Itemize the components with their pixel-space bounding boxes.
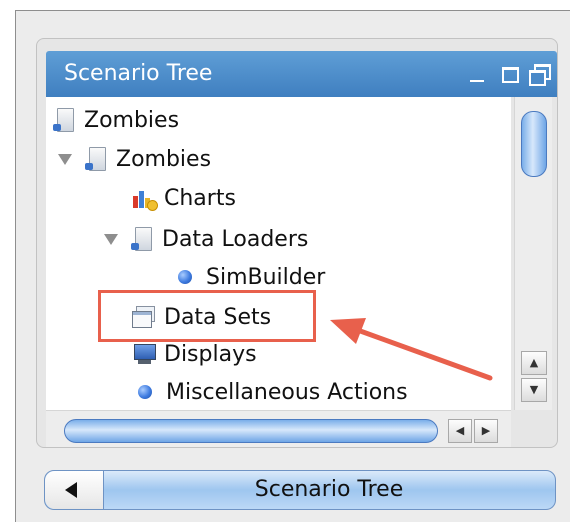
expand-triangle-icon[interactable] [58, 153, 72, 165]
horizontal-scrollbar[interactable]: ◀ ▶ [46, 410, 511, 447]
tree-node-label: SimBuilder [206, 264, 326, 290]
blue-dot-icon [138, 385, 152, 399]
highlight-box [98, 290, 316, 342]
scroll-down-icon[interactable]: ▼ [521, 378, 547, 402]
tree-node-label: Displays [164, 341, 257, 367]
tree-node-label: Zombies [84, 107, 180, 133]
tree-node-zombies[interactable]: Zombies [58, 141, 211, 177]
restore-icon[interactable] [528, 62, 551, 86]
document-icon [84, 146, 108, 172]
scenario-tree-tab-button[interactable]: Scenario Tree [44, 470, 556, 510]
tree-node-charts[interactable]: Charts [132, 180, 236, 216]
left-triangle-icon [65, 482, 77, 498]
annotation-arrow-icon [330, 318, 493, 381]
minimize-icon[interactable] [466, 62, 488, 84]
tree-node-label: Charts [164, 185, 236, 211]
blue-dot-icon [178, 270, 192, 284]
panel-titlebar: Scenario Tree [46, 51, 557, 97]
scroll-up-icon[interactable]: ▲ [521, 351, 547, 375]
scroll-right-icon[interactable]: ▶ [474, 419, 498, 443]
scroll-left-icon[interactable]: ◀ [448, 419, 472, 443]
monitor-icon [132, 342, 156, 366]
tree-node-label: Zombies [116, 146, 212, 172]
panel-title: Scenario Tree [64, 61, 213, 86]
vertical-scroll-thumb[interactable] [521, 111, 547, 177]
tree-node-zombies-root[interactable]: Zombies [52, 102, 179, 138]
document-icon [52, 107, 76, 133]
maximize-icon[interactable] [499, 62, 521, 84]
vertical-scrollbar[interactable]: ▲ ▼ [514, 97, 552, 410]
tree-node-label: Data Loaders [162, 226, 309, 252]
tree-node-data-loaders[interactable]: Data Loaders [104, 221, 308, 257]
expand-triangle-icon[interactable] [104, 233, 118, 245]
chart-icon [132, 186, 158, 211]
horizontal-scroll-thumb[interactable] [64, 419, 438, 443]
document-icon [130, 226, 154, 252]
footer-tab-label: Scenario Tree [254, 477, 404, 502]
collapse-button[interactable] [45, 471, 104, 509]
